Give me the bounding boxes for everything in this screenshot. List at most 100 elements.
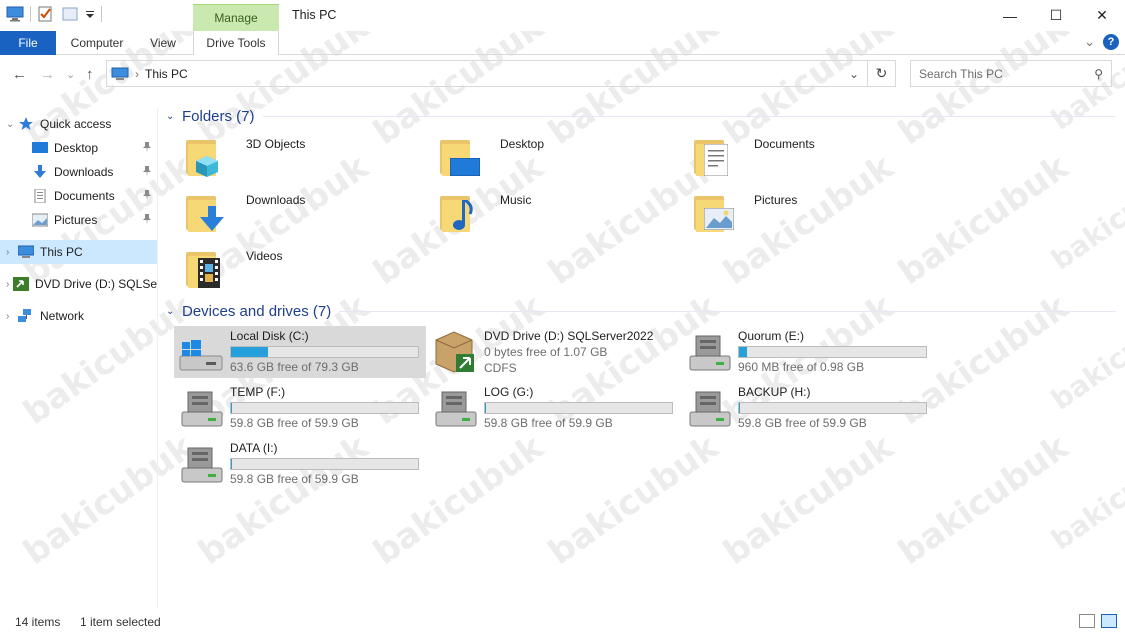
breadcrumb-this-pc[interactable]: This PC — [145, 67, 188, 81]
folder-3d-objects[interactable]: 3D Objects — [184, 132, 434, 184]
chevron-down-icon[interactable]: ⌄ — [166, 306, 182, 317]
documents-folder-icon — [692, 132, 736, 180]
customize-toolbar-icon[interactable] — [85, 6, 95, 22]
sidebar-item-dvd-drive[interactable]: › DVD Drive (D:) SQLSe — [0, 272, 157, 296]
pin-icon — [143, 141, 151, 155]
toolbar-divider — [30, 6, 31, 22]
folder-name: Music — [500, 193, 532, 207]
help-icon[interactable]: ? — [1103, 34, 1119, 50]
new-folder-icon[interactable] — [61, 6, 79, 22]
sidebar-item-label: Documents — [54, 189, 115, 203]
chevron-down-icon[interactable]: ⌄ — [6, 119, 18, 130]
sidebar-item-documents[interactable]: Documents — [0, 184, 157, 208]
quick-access-toolbar — [6, 6, 102, 22]
tab-computer[interactable]: Computer — [62, 31, 132, 55]
sidebar-item-downloads[interactable]: Downloads — [0, 160, 157, 184]
window-title: This PC — [292, 8, 337, 22]
close-button[interactable]: ✕ — [1079, 0, 1125, 31]
large-icons-view-icon[interactable] — [1101, 614, 1117, 628]
up-button[interactable]: ↑ — [86, 66, 94, 83]
chevron-right-icon[interactable]: › — [6, 311, 18, 322]
manage-contextual-tab[interactable]: Manage — [193, 4, 279, 31]
sidebar-item-desktop[interactable]: Desktop — [0, 136, 157, 160]
tab-drive-tools[interactable]: Drive Tools — [193, 31, 279, 55]
folder-documents[interactable]: Documents — [692, 132, 942, 184]
videos-folder-icon — [184, 244, 228, 292]
drive-usage-bar — [230, 402, 419, 414]
desktop-folder-icon — [438, 132, 482, 180]
download-icon — [32, 165, 48, 179]
folder-videos[interactable]: Videos — [184, 244, 434, 296]
drive-free-space: 59.8 GB free of 59.9 GB — [738, 416, 867, 430]
drive-dvd-d[interactable]: DVD Drive (D:) SQLServer2022 0 bytes fre… — [428, 326, 680, 378]
search-icon[interactable]: ⚲ — [1094, 67, 1103, 81]
drive-log-g[interactable]: LOG (G:) 59.8 GB free of 59.9 GB — [428, 382, 680, 434]
3d-objects-folder-icon — [184, 132, 228, 180]
sidebar-item-this-pc[interactable]: › This PC — [0, 240, 157, 264]
folder-name: Downloads — [246, 193, 306, 207]
back-button[interactable]: ← — [12, 66, 27, 83]
windows-disk-icon — [174, 326, 226, 378]
drive-usage-bar — [484, 402, 673, 414]
expand-ribbon-icon[interactable]: ⌄ — [1084, 34, 1095, 50]
drive-free-space: 59.8 GB free of 59.9 GB — [230, 416, 359, 430]
drive-usage-bar — [738, 402, 927, 414]
document-icon — [32, 188, 48, 204]
folder-name: 3D Objects — [246, 137, 306, 151]
dvd-package-icon — [428, 326, 480, 378]
drive-backup-h[interactable]: BACKUP (H:) 59.8 GB free of 59.9 GB — [682, 382, 934, 434]
drive-data-i[interactable]: DATA (I:) 59.8 GB free of 59.9 GB — [174, 438, 426, 490]
details-view-icon[interactable] — [1079, 614, 1095, 628]
title-bar: Manage This PC — ☐ ✕ — [0, 0, 1125, 31]
sidebar-item-label: Network — [40, 309, 85, 323]
chevron-right-icon[interactable]: › — [6, 247, 18, 258]
folder-music[interactable]: Music — [438, 188, 688, 240]
drives-group-header[interactable]: ⌄ Devices and drives (7) — [166, 300, 1116, 322]
hard-disk-icon — [682, 326, 734, 378]
view-toggle — [1079, 614, 1117, 628]
search-input[interactable] — [919, 66, 1089, 81]
tab-view[interactable]: View — [140, 31, 186, 55]
hard-disk-icon — [682, 382, 734, 434]
minimize-button[interactable]: — — [987, 0, 1033, 31]
drive-name: Local Disk (C:) — [230, 329, 309, 343]
navigation-pane: ⌄ Quick access Desktop Downloads Documen… — [0, 108, 158, 608]
chevron-down-icon[interactable]: ⌄ — [166, 111, 182, 122]
breadcrumb-separator[interactable]: › — [135, 67, 139, 81]
sidebar-item-quick-access[interactable]: ⌄ Quick access — [0, 112, 157, 136]
drive-free-space: 63.6 GB free of 79.3 GB — [230, 360, 359, 374]
tab-file[interactable]: File — [0, 31, 56, 55]
drive-quorum-e[interactable]: Quorum (E:) 960 MB free of 0.98 GB — [682, 326, 934, 378]
music-folder-icon — [438, 188, 482, 236]
folders-group-header[interactable]: ⌄ Folders (7) — [166, 105, 1116, 127]
drive-local-disk-c[interactable]: Local Disk (C:) 63.6 GB free of 79.3 GB — [174, 326, 426, 378]
drive-usage-fill — [739, 347, 748, 357]
chevron-right-icon[interactable]: › — [6, 279, 13, 290]
content-area: ⌄ Folders (7) 3D Objects Desktop Documen… — [166, 100, 1121, 610]
pin-icon — [143, 213, 151, 227]
folder-pictures[interactable]: Pictures — [692, 188, 942, 240]
drive-name: LOG (G:) — [484, 385, 534, 399]
drive-name: DVD Drive (D:) SQLServer2022 — [484, 329, 654, 343]
refresh-button[interactable]: ↻ — [868, 60, 896, 87]
properties-icon[interactable] — [37, 6, 55, 22]
drive-name: BACKUP (H:) — [738, 385, 811, 399]
maximize-button[interactable]: ☐ — [1033, 0, 1079, 31]
folder-desktop[interactable]: Desktop — [438, 132, 688, 184]
status-bar: 14 items 1 item selected — [0, 610, 1125, 634]
sidebar-item-pictures[interactable]: Pictures — [0, 208, 157, 232]
address-bar[interactable]: › This PC ⌄ — [106, 60, 868, 87]
group-divider — [262, 115, 1116, 117]
sidebar-item-network[interactable]: › Network — [0, 304, 157, 328]
address-dropdown-icon[interactable]: ⌄ — [849, 67, 859, 81]
recent-locations-button[interactable]: ⌄ — [66, 68, 75, 81]
drive-temp-f[interactable]: TEMP (F:) 59.8 GB free of 59.9 GB — [174, 382, 426, 434]
folder-downloads[interactable]: Downloads — [184, 188, 434, 240]
drives-group-title: Devices and drives (7) — [182, 302, 332, 320]
hard-disk-icon — [428, 382, 480, 434]
folder-name: Documents — [754, 137, 815, 151]
drive-usage-bar — [738, 346, 927, 358]
this-pc-small-icon[interactable] — [6, 6, 24, 22]
folders-group-title: Folders (7) — [182, 107, 255, 125]
forward-button[interactable]: → — [40, 66, 55, 83]
